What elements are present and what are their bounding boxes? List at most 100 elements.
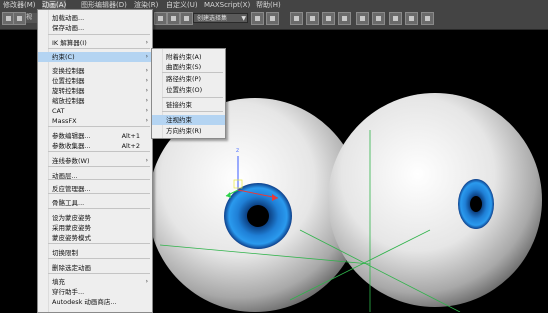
- menu-separator: [162, 72, 223, 73]
- edit-named-selection-icon[interactable]: [180, 12, 193, 25]
- animation-menu-item[interactable]: CAT ›: [38, 106, 152, 116]
- menu-item-label: 骨骼工具...: [52, 199, 85, 207]
- submenu-arrow-icon: ›: [145, 97, 148, 104]
- animation-menu-item[interactable]: 穿行助手...: [38, 287, 152, 297]
- chevron-down-icon: ▼: [241, 15, 246, 22]
- constraint-menu-item[interactable]: 链接约束: [152, 100, 225, 110]
- menu-item-label: 附着约束(A): [166, 53, 202, 61]
- animation-menu-item[interactable]: 切换限制: [38, 248, 152, 258]
- menu-item-label: 切换限制: [52, 249, 78, 257]
- constraint-menu-item[interactable]: 附着约束(A): [152, 52, 225, 62]
- menu-item-label: 路径约束(P): [166, 75, 201, 83]
- named-selection-dropdown[interactable]: 创建选择集 ▼: [193, 13, 248, 23]
- submenu-arrow-icon: ›: [145, 87, 148, 94]
- percent-snap-icon[interactable]: [154, 12, 167, 25]
- submenu-arrow-icon: ›: [145, 157, 148, 164]
- animation-menu-item[interactable]: 加载动画...: [38, 13, 152, 23]
- animation-menu-item[interactable]: 动画层...: [38, 171, 152, 181]
- animation-menu-item[interactable]: 设为蒙皮姿势: [38, 213, 152, 223]
- menu-separator: [162, 111, 223, 112]
- scene-explorer-icon[interactable]: [306, 12, 319, 25]
- animation-menu-item[interactable]: 采用蒙皮姿势: [38, 223, 152, 233]
- menu-item-label: 动画层...: [52, 172, 78, 180]
- right-eyeball[interactable]: [328, 93, 542, 307]
- menu-item-label: 位置控制器: [52, 77, 85, 85]
- constraint-menu-item[interactable]: 注视约束: [152, 115, 225, 125]
- menu-item-label: 曲面约束(S): [166, 63, 202, 71]
- animation-menu-item[interactable]: Autodesk 动画商店...: [38, 297, 152, 307]
- menu-item-label: 设为蒙皮姿势: [52, 214, 91, 222]
- menu-item-label: 保存动画...: [52, 24, 85, 32]
- animation-menu-item[interactable]: MassFX ›: [38, 116, 152, 126]
- menu-item-label: 链接约束: [166, 101, 192, 109]
- menu-shortcut: Alt+1: [121, 132, 140, 140]
- menu-item-label: 旋转控制器: [52, 87, 85, 95]
- menu-item-label: 注视约束: [166, 116, 192, 124]
- animation-menu-item[interactable]: 蒙皮姿势模式: [38, 233, 152, 243]
- render-icon[interactable]: [421, 12, 434, 25]
- layer-manager-icon[interactable]: [290, 12, 303, 25]
- animation-menu-item[interactable]: 位置控制器 ›: [38, 76, 152, 86]
- menu-item-label: 加载动画...: [52, 14, 85, 22]
- select-object-icon[interactable]: [13, 12, 26, 25]
- named-selection-text: 创建选择集: [197, 15, 228, 22]
- constraints-submenu: 附着约束(A) 曲面约束(S) 路径约束(P) 位置约束(O) 链接约束注视约束方向约束…: [151, 48, 226, 139]
- submenu-arrow-icon: ›: [145, 67, 148, 74]
- animation-menu-item[interactable]: 缩放控制器 ›: [38, 96, 152, 106]
- menu-separator: [48, 151, 150, 152]
- animation-menu-item[interactable]: IK 解算器(I) ›: [38, 38, 152, 48]
- animation-menu-item[interactable]: 保存动画...: [38, 23, 152, 33]
- menu-separator: [48, 258, 150, 259]
- align-icon[interactable]: [266, 12, 279, 25]
- menu-item-label: MassFX: [52, 117, 77, 125]
- submenu-arrow-icon: ›: [145, 278, 148, 285]
- menu-item-label: 参数编辑器...: [52, 132, 91, 140]
- right-iris: [458, 179, 494, 229]
- animation-menu-item[interactable]: 变换控制器 ›: [38, 66, 152, 76]
- menubar-item-5[interactable]: MAXScript(X): [204, 0, 250, 10]
- curve-editor-icon[interactable]: [338, 12, 351, 25]
- animation-menu-item[interactable]: 参数收集器... Alt+2: [38, 141, 152, 151]
- menu-item-label: 蒙皮姿势模式: [52, 234, 91, 242]
- graphite-ribbon-icon[interactable]: [322, 12, 335, 25]
- gizmo-z-label: z: [236, 147, 239, 154]
- submenu-arrow-icon: ›: [145, 107, 148, 114]
- animation-menu-item[interactable]: 约束(C) ›: [38, 52, 152, 62]
- menubar-item-6[interactable]: 帮助(H): [256, 0, 281, 10]
- constraint-menu-item[interactable]: 方向约束(R): [152, 126, 225, 136]
- render-frame-icon[interactable]: [405, 12, 418, 25]
- schematic-view-icon[interactable]: [356, 12, 369, 25]
- submenu-arrow-icon: ›: [145, 39, 148, 46]
- spinner-snap-icon[interactable]: [167, 12, 180, 25]
- menu-separator: [48, 208, 150, 209]
- animation-menu-item[interactable]: 旋转控制器 ›: [38, 86, 152, 96]
- menu-item-label: 约束(C): [52, 53, 75, 61]
- constraint-menu-item[interactable]: 位置约束(O): [152, 85, 225, 95]
- animation-menu-item[interactable]: 参数编辑器... Alt+1: [38, 131, 152, 141]
- submenu-arrow-icon: ›: [145, 77, 148, 84]
- animation-menu: 加载动画... 保存动画... IK 解算器(I) › 约束(C) › 变换控制器 › 位置控制…: [37, 9, 153, 313]
- left-iris: [224, 183, 292, 249]
- menubar-item-0[interactable]: 修改器(M): [3, 0, 36, 10]
- menu-separator: [48, 273, 150, 274]
- animation-menu-item[interactable]: 填充 ›: [38, 277, 152, 287]
- menu-item-label: 填充: [52, 278, 65, 286]
- view-dropdown[interactable]: 视: [26, 13, 37, 23]
- menu-separator: [48, 48, 150, 49]
- animation-menu-item[interactable]: 连线参数(W) ›: [38, 156, 152, 166]
- menu-item-label: 变换控制器: [52, 67, 85, 75]
- constraint-menu-item[interactable]: 曲面约束(S): [152, 62, 225, 72]
- render-setup-icon[interactable]: [389, 12, 402, 25]
- animation-menu-item[interactable]: 骨骼工具...: [38, 198, 152, 208]
- menu-item-label: 缩放控制器: [52, 97, 85, 105]
- material-editor-icon[interactable]: [372, 12, 385, 25]
- menu-item-label: 连线参数(W): [52, 157, 90, 165]
- menu-item-label: 参数收集器...: [52, 142, 91, 150]
- menubar-item-4[interactable]: 自定义(U): [166, 0, 198, 10]
- menu-separator: [48, 166, 150, 167]
- menu-separator: [48, 34, 150, 35]
- animation-menu-item[interactable]: 删除选定动画: [38, 263, 152, 273]
- constraint-menu-item[interactable]: 路径约束(P): [152, 74, 225, 84]
- animation-menu-item[interactable]: 反应管理器...: [38, 184, 152, 194]
- mirror-icon[interactable]: [251, 12, 264, 25]
